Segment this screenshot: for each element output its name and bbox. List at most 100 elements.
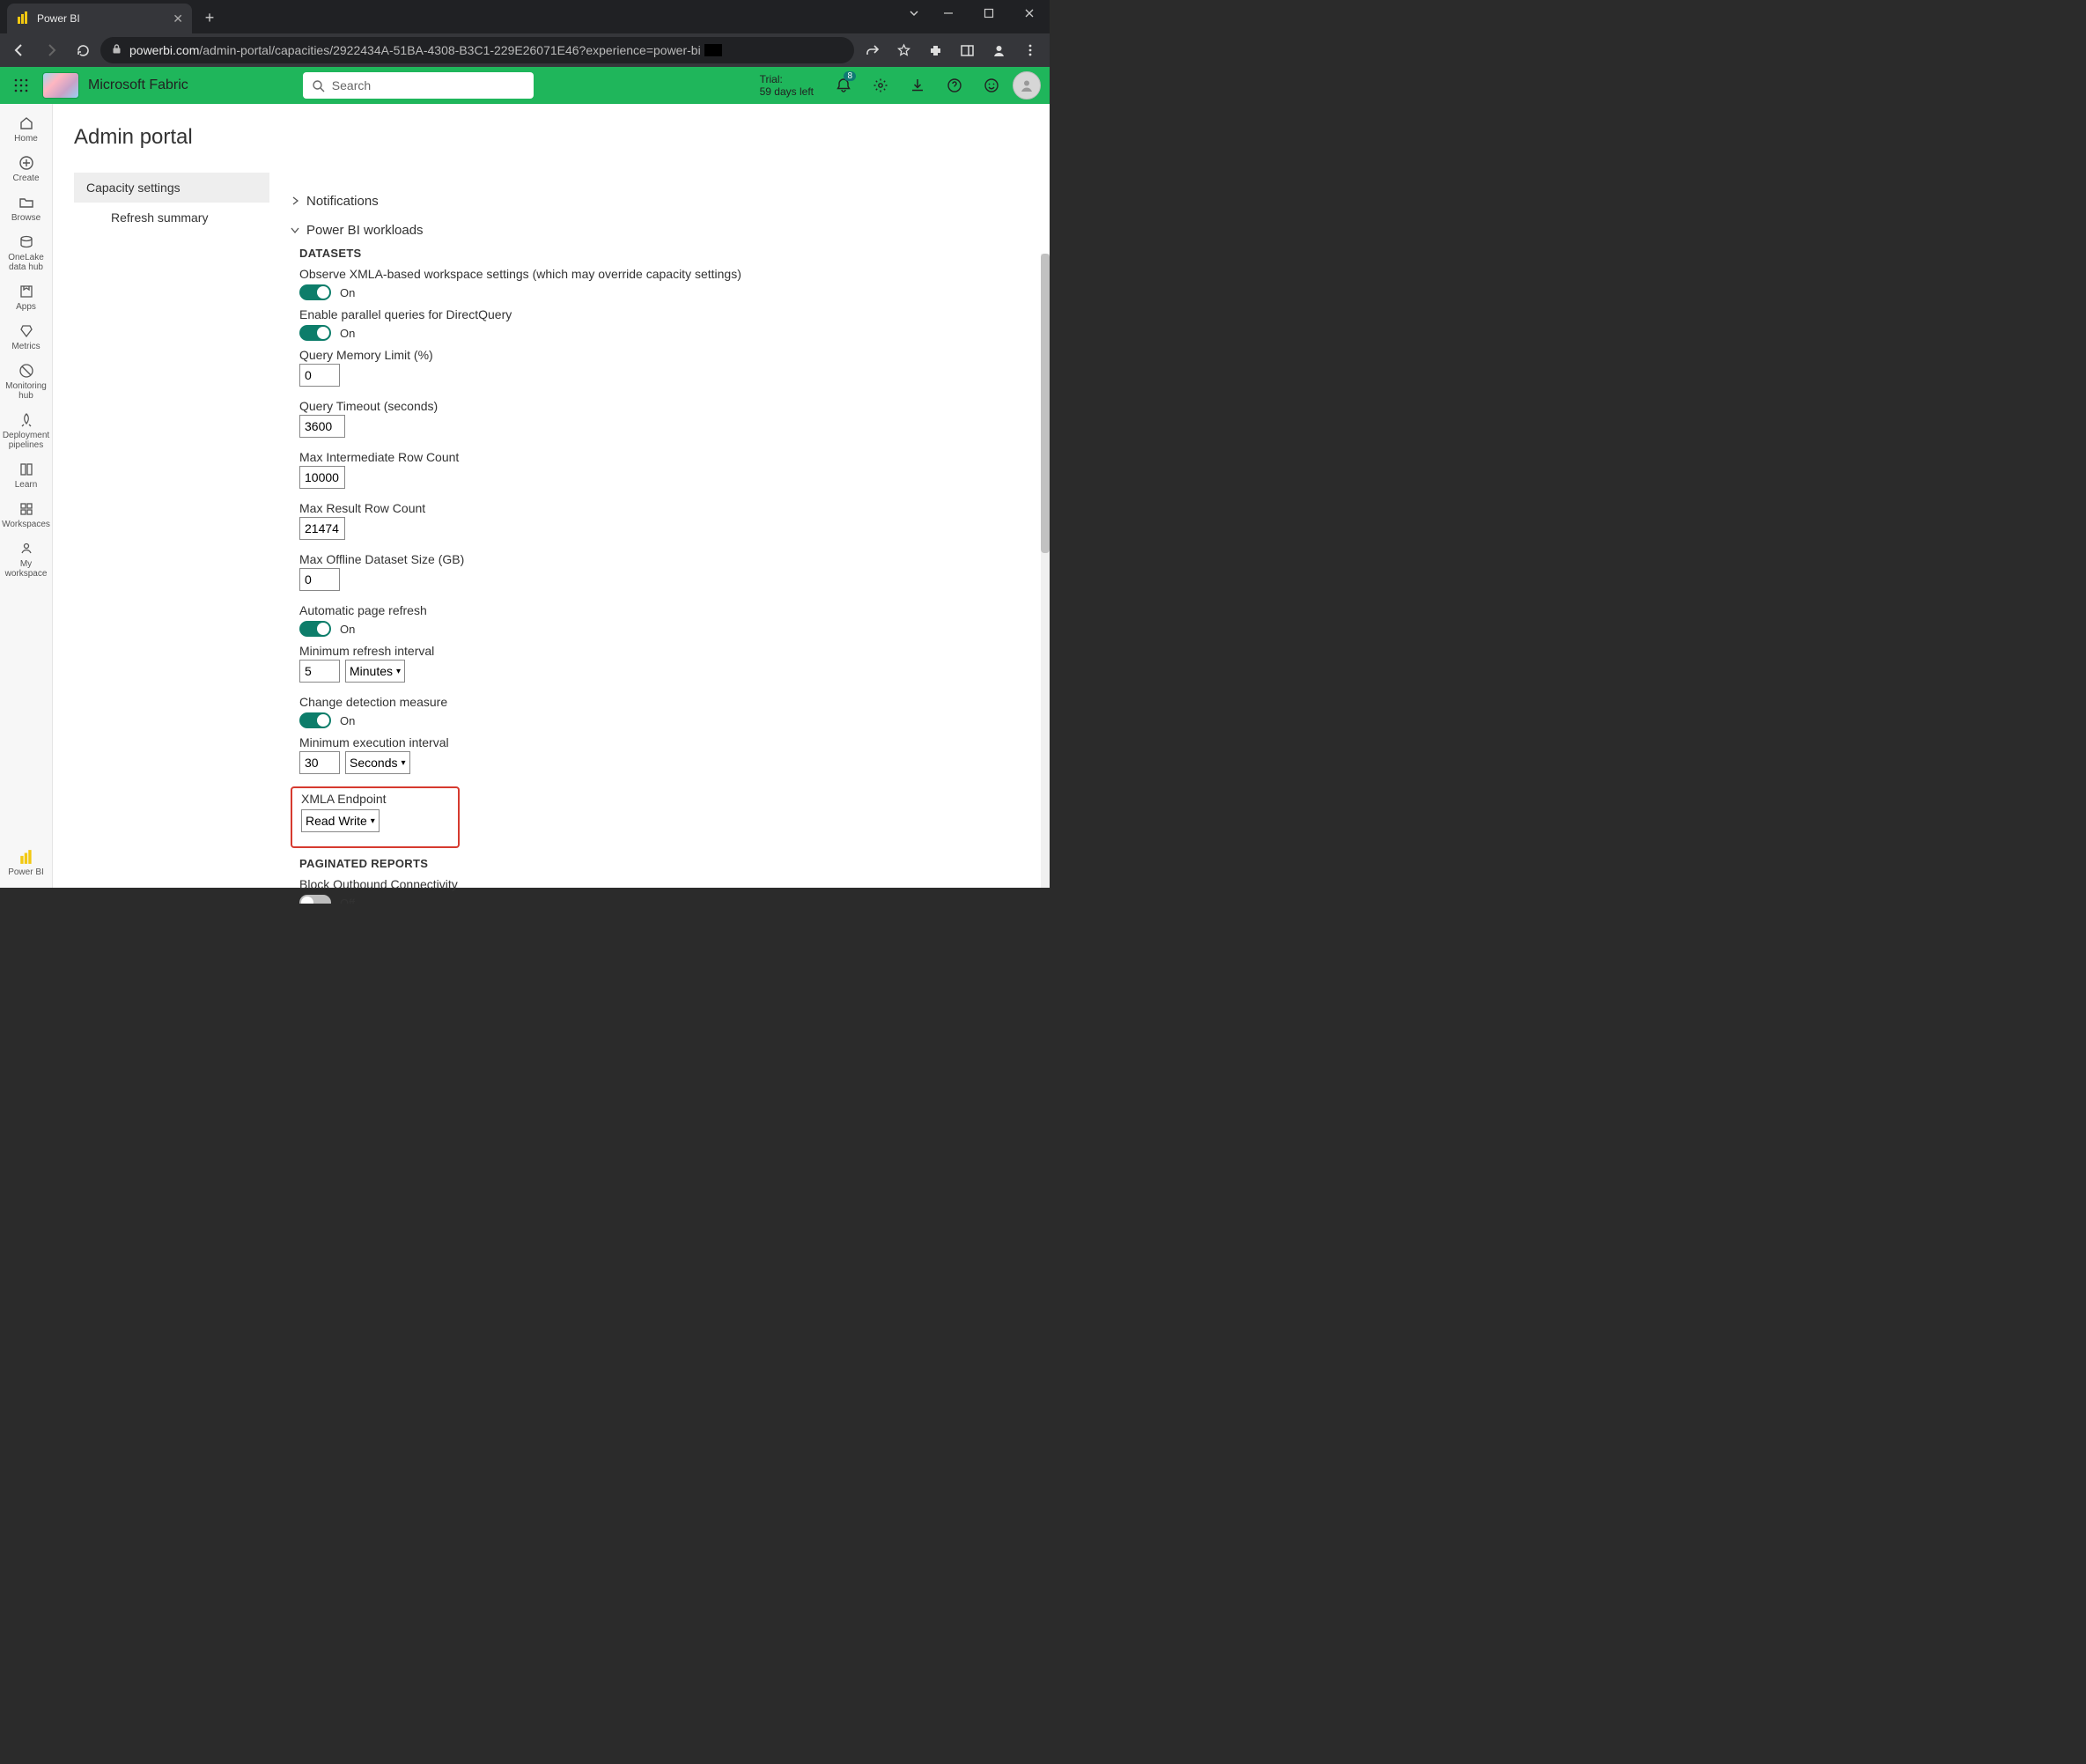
nav-reload-button[interactable] (69, 36, 97, 64)
toggle-observe-xmla-label: On (340, 286, 355, 299)
input-min-refresh-value[interactable] (299, 660, 340, 683)
bookmark-star-icon[interactable] (889, 36, 918, 64)
rail-item-my-workspace[interactable]: My workspace (0, 535, 53, 584)
tab-close-icon[interactable]: ✕ (173, 11, 183, 26)
rail-item-metrics[interactable]: Metrics (0, 317, 53, 357)
toggle-change-detect[interactable] (299, 712, 331, 728)
notification-badge: 8 (844, 71, 856, 81)
input-max-intermediate[interactable] (299, 466, 345, 489)
tab-title: Power BI (37, 12, 80, 25)
sidebar-item-capacity-settings[interactable]: Capacity settings (74, 173, 269, 203)
label-xmla-endpoint: XMLA Endpoint (301, 792, 449, 806)
caret-expanded-icon (291, 223, 301, 238)
toggle-block-outbound[interactable] (299, 895, 331, 904)
group-paginated-header: PAGINATED REPORTS (299, 857, 1021, 870)
trial-remaining: 59 days left (760, 85, 814, 98)
chevron-down-icon: ▾ (396, 667, 401, 676)
input-max-result[interactable] (299, 517, 345, 540)
label-observe-xmla: Observe XMLA-based workspace settings (w… (299, 267, 1021, 281)
nav-forward-button[interactable] (37, 36, 65, 64)
extensions-icon[interactable] (921, 36, 949, 64)
section-workloads-label: Power BI workloads (306, 223, 424, 238)
profile-icon[interactable] (984, 36, 1013, 64)
url-path: /admin-portal/capacities/2922434A-51BA-4… (199, 43, 700, 57)
label-block-outbound: Block Outbound Connectivity (299, 877, 1021, 891)
product-name: Microsoft Fabric (88, 77, 188, 93)
label-max-intermediate: Max Intermediate Row Count (299, 450, 1021, 464)
url-redaction (704, 44, 722, 56)
chevron-down-icon: ▾ (401, 758, 405, 768)
label-query-memory: Query Memory Limit (%) (299, 348, 1021, 362)
input-query-timeout[interactable] (299, 415, 345, 438)
section-notifications[interactable]: Notifications (291, 194, 1021, 209)
scrollbar-thumb[interactable] (1041, 254, 1050, 553)
select-xmla-endpoint[interactable]: Read Write▾ (301, 809, 380, 832)
chevron-down-icon: ▾ (371, 816, 375, 826)
rail-item-browse[interactable]: Browse (0, 188, 53, 228)
app-launcher-icon[interactable] (9, 73, 33, 98)
rail-item-workspaces[interactable]: Workspaces (0, 495, 53, 535)
rail-item-onelake[interactable]: OneLake data hub (0, 228, 53, 277)
section-notifications-label: Notifications (306, 194, 379, 209)
label-min-exec: Minimum execution interval (299, 735, 1021, 749)
search-placeholder: Search (332, 78, 371, 92)
url-host: powerbi.com (129, 43, 199, 57)
input-max-offline[interactable] (299, 568, 340, 591)
settings-gear-icon[interactable] (865, 70, 896, 101)
suite-search-input[interactable]: Search (303, 72, 534, 99)
label-auto-refresh: Automatic page refresh (299, 603, 1021, 617)
browser-menu-icon[interactable] (1016, 36, 1044, 64)
select-min-refresh-unit[interactable]: Minutes▾ (345, 660, 405, 683)
nav-back-button[interactable] (5, 36, 33, 64)
group-datasets-header: DATASETS (299, 247, 1021, 260)
rail-item-apps[interactable]: Apps (0, 277, 53, 317)
rail-item-create[interactable]: Create (0, 149, 53, 188)
toggle-observe-xmla[interactable] (299, 284, 331, 300)
toggle-change-detect-label: On (340, 714, 355, 727)
address-bar[interactable]: powerbi.com/admin-portal/capacities/2922… (100, 37, 854, 63)
page-title: Admin portal (74, 125, 269, 150)
rail-item-home[interactable]: Home (0, 109, 53, 149)
toggle-auto-refresh[interactable] (299, 621, 331, 637)
label-enable-parallel: Enable parallel queries for DirectQuery (299, 307, 1021, 321)
rail-item-powerbi[interactable]: Power BI (0, 843, 53, 882)
account-avatar[interactable] (1013, 71, 1041, 100)
caret-collapsed-icon (291, 194, 301, 209)
download-icon[interactable] (902, 70, 933, 101)
window-maximize-button[interactable] (969, 0, 1009, 26)
toggle-enable-parallel-label: On (340, 327, 355, 340)
sidebar-item-refresh-summary[interactable]: Refresh summary (74, 203, 269, 232)
browser-tab[interactable]: Power BI ✕ (7, 4, 192, 33)
new-tab-button[interactable]: + (197, 5, 222, 30)
toggle-block-outbound-label: Off (340, 897, 355, 904)
rail-item-deployment[interactable]: Deployment pipelines (0, 406, 53, 455)
notifications-icon[interactable]: 8 (828, 70, 859, 101)
search-icon (312, 79, 325, 92)
label-change-detect: Change detection measure (299, 695, 1021, 709)
section-workloads[interactable]: Power BI workloads (291, 223, 1021, 238)
label-min-refresh: Minimum refresh interval (299, 644, 1021, 658)
label-query-timeout: Query Timeout (seconds) (299, 399, 1021, 413)
rail-item-monitoring[interactable]: Monitoring hub (0, 357, 53, 406)
select-min-exec-unit[interactable]: Seconds▾ (345, 751, 410, 774)
sidepanel-icon[interactable] (953, 36, 981, 64)
lock-icon (111, 43, 122, 57)
toggle-auto-refresh-label: On (340, 623, 355, 636)
trial-label: Trial: (760, 73, 814, 85)
feedback-smiley-icon[interactable] (976, 70, 1007, 101)
input-query-memory[interactable] (299, 364, 340, 387)
share-icon[interactable] (858, 36, 886, 64)
input-min-exec-value[interactable] (299, 751, 340, 774)
rail-item-learn[interactable]: Learn (0, 455, 53, 495)
label-max-offline: Max Offline Dataset Size (GB) (299, 552, 1021, 566)
tab-favicon (16, 11, 30, 26)
window-close-button[interactable] (1009, 0, 1050, 26)
toggle-enable-parallel[interactable] (299, 325, 331, 341)
label-max-result: Max Result Row Count (299, 501, 1021, 515)
trial-status: Trial: 59 days left (760, 73, 814, 98)
left-nav-rail: Home Create Browse OneLake data hub Apps… (0, 104, 53, 888)
product-logo (42, 72, 79, 99)
tabs-dropdown-icon[interactable] (900, 0, 928, 26)
help-icon[interactable] (939, 70, 970, 101)
window-minimize-button[interactable] (928, 0, 969, 26)
